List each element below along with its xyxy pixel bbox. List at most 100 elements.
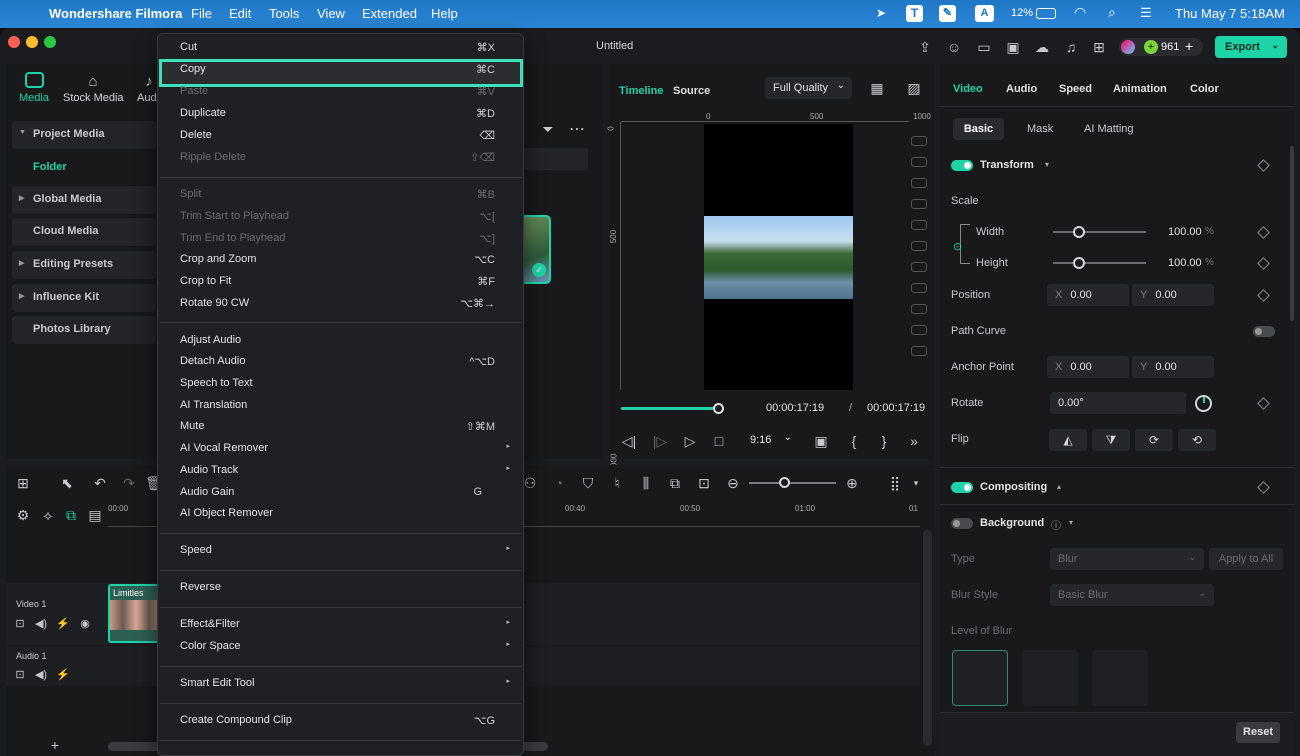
settings-icon[interactable]: ⚙ xyxy=(14,506,32,524)
aspect-lock-icon[interactable]: ⊙ xyxy=(953,240,962,253)
zoom-slider[interactable] xyxy=(749,477,836,488)
menu-item-detach-audio[interactable]: Detach Audio ^⌥D xyxy=(180,355,510,375)
menu-help[interactable]: Help xyxy=(431,6,458,21)
tab-speed[interactable]: Speed xyxy=(1059,83,1092,95)
menu-item-speed[interactable]: Speed ▸ xyxy=(180,544,510,564)
apply-to-all-button[interactable]: Apply to All xyxy=(1209,548,1283,570)
share-icon[interactable]: ⇪ xyxy=(916,38,934,56)
subtab-mask[interactable]: Mask xyxy=(1027,123,1053,135)
menu-item-audio-gain[interactable]: Audio Gain G xyxy=(180,486,510,506)
preview-canvas[interactable] xyxy=(704,124,853,390)
flip-vertical-icon[interactable]: ⧩ xyxy=(1092,429,1130,451)
menu-item-ai-translation[interactable]: AI Translation xyxy=(180,399,510,419)
menu-item-color-space[interactable]: Color Space ▸ xyxy=(180,640,510,660)
menu-view[interactable]: View xyxy=(317,6,345,21)
prev-frame-icon[interactable]: ◁| xyxy=(620,432,638,450)
tab-media[interactable]: Media xyxy=(19,92,49,104)
track-layout-icon[interactable]: ⣿ xyxy=(886,474,904,492)
mute-track-icon[interactable]: ⚡ xyxy=(56,616,70,630)
wifi-icon[interactable]: ◠ xyxy=(1074,4,1086,21)
menu-item-copy[interactable]: Copy ⌘C xyxy=(180,63,510,83)
snapshot-icon[interactable]: ▨ xyxy=(904,79,924,97)
menu-item-trim-end[interactable]: Trim End to Playhead ⌥] xyxy=(180,232,510,252)
menu-item-split[interactable]: Split ⌘B xyxy=(180,188,510,208)
sidebar-item-project-media[interactable]: ▼ Project Media xyxy=(12,121,156,149)
chevron-down-icon[interactable]: ▾ xyxy=(910,474,922,492)
aspect-select[interactable]: 9:16 ⌄ xyxy=(742,430,802,452)
type-select[interactable]: Blur ⌄ xyxy=(1050,548,1204,570)
audio-mixer-icon[interactable]: ⫼ xyxy=(637,474,655,492)
select-tool-icon[interactable]: ⬉ xyxy=(58,474,76,492)
rotate-right-icon[interactable]: ⟳ xyxy=(1135,429,1173,451)
redo-icon[interactable]: ↷ xyxy=(120,474,138,492)
sidebar-item-editing-presets[interactable]: ▶ Editing Presets xyxy=(12,251,156,279)
menu-item-mute[interactable]: Mute ⇧⌘M xyxy=(180,420,510,440)
tab-source[interactable]: Source xyxy=(673,85,710,97)
rotate-left-icon[interactable]: ⟲ xyxy=(1178,429,1216,451)
mute-track-icon[interactable]: ⚡ xyxy=(56,667,70,681)
menu-item-smart-edit-tool[interactable]: Smart Edit Tool ▸ xyxy=(180,677,510,697)
collapse-icon[interactable]: ▾ xyxy=(1069,518,1073,527)
input-source-icon[interactable]: A xyxy=(975,5,994,22)
support-icon[interactable]: ♫ xyxy=(1062,38,1080,56)
rotate-dial[interactable] xyxy=(1195,395,1212,412)
blur-level-option[interactable] xyxy=(1022,650,1078,706)
link-icon[interactable]: ⧉ xyxy=(62,506,80,524)
undo-icon[interactable]: ↶ xyxy=(91,474,109,492)
tab-audio-inspector[interactable]: Audio xyxy=(1006,83,1037,95)
menu-item-paste[interactable]: Paste ⌘V xyxy=(180,85,510,105)
menu-item-ai-object-remover[interactable]: AI Object Remover xyxy=(180,507,510,527)
subtab-basic[interactable]: Basic xyxy=(953,118,1004,140)
volume-icon[interactable]: ◀) xyxy=(34,667,48,681)
tab-stock-media[interactable]: Stock Media xyxy=(63,92,124,104)
fit-icon[interactable]: ⊡ xyxy=(695,474,713,492)
grid-view-icon[interactable]: ▦ xyxy=(867,79,887,97)
sidebar-item-folder[interactable]: Folder xyxy=(33,161,67,173)
menu-item-ripple-delete[interactable]: Ripple Delete ⇧⌫ xyxy=(180,151,510,171)
width-slider[interactable] xyxy=(1053,226,1146,238)
caption-icon[interactable]: ▤ xyxy=(86,506,104,524)
menu-item-ai-vocal-remover[interactable]: AI Vocal Remover ▸ xyxy=(180,442,510,462)
save-icon[interactable]: ▣ xyxy=(1004,38,1022,56)
blur-level-option[interactable] xyxy=(1092,650,1148,706)
tab-timeline[interactable]: Timeline xyxy=(619,85,663,97)
inspector-scrollbar[interactable] xyxy=(1290,146,1294,321)
menu-item-delete[interactable]: Delete ⌫ xyxy=(180,129,510,149)
media-thumbnail[interactable]: ✓ xyxy=(520,215,551,284)
tab-video[interactable]: Video xyxy=(953,83,983,95)
close-window-button[interactable] xyxy=(8,36,20,48)
menu-item-speech-to-text[interactable]: Speech to Text xyxy=(180,377,510,397)
minimize-window-button[interactable] xyxy=(26,36,38,48)
blur-style-select[interactable]: Basic Blur ⌄ xyxy=(1050,584,1214,606)
help-icon[interactable]: ⓘ xyxy=(1051,517,1061,532)
menu-edit[interactable]: Edit xyxy=(229,6,251,21)
more-icon[interactable]: ⋯ xyxy=(568,121,586,138)
pen-status-icon[interactable]: ✎ xyxy=(939,5,956,22)
zoom-knob[interactable] xyxy=(779,477,790,488)
blur-level-option[interactable] xyxy=(952,650,1008,706)
menu-item-duplicate[interactable]: Duplicate ⌘D xyxy=(180,107,510,127)
shield-icon[interactable]: ⛉ xyxy=(579,474,597,492)
avatar[interactable] xyxy=(1121,40,1135,54)
unlink-icon[interactable]: ⟡ xyxy=(39,506,57,524)
mark-in-icon[interactable]: { xyxy=(845,432,863,450)
sidebar-item-cloud-media[interactable]: Cloud Media xyxy=(12,218,156,246)
menu-tools[interactable]: Tools xyxy=(269,6,299,21)
lock-icon[interactable]: ⊡ xyxy=(13,667,27,681)
search-input[interactable] xyxy=(524,148,588,170)
menu-item-effect-filter[interactable]: Effect&Filter ▸ xyxy=(180,618,510,638)
sidebar-item-photos-library[interactable]: Photos Library xyxy=(12,316,156,344)
height-slider-knob[interactable] xyxy=(1073,257,1085,269)
filmora-status-icon[interactable]: ➤ xyxy=(876,6,886,20)
rotate-field[interactable]: 0.00° xyxy=(1050,392,1186,414)
reset-button[interactable]: Reset xyxy=(1236,722,1280,743)
menu-item-trim-start[interactable]: Trim Start to Playhead ⌥[ xyxy=(180,210,510,230)
app-menu[interactable]: Wondershare Filmora xyxy=(49,6,182,21)
microphone-icon[interactable]: ♮ xyxy=(608,474,626,492)
menu-item-cut[interactable]: Cut ⌘X xyxy=(180,41,510,61)
apps-grid-icon[interactable]: ⊞ xyxy=(1090,38,1108,56)
anchor-y-field[interactable]: Y 0.00 xyxy=(1132,356,1214,378)
sidebar-item-influence-kit[interactable]: ▶ Influence Kit xyxy=(12,284,156,312)
menu-item-create-compound-clip[interactable]: Create Compound Clip ⌥G xyxy=(180,714,510,734)
text-status-icon[interactable]: T xyxy=(906,5,923,22)
